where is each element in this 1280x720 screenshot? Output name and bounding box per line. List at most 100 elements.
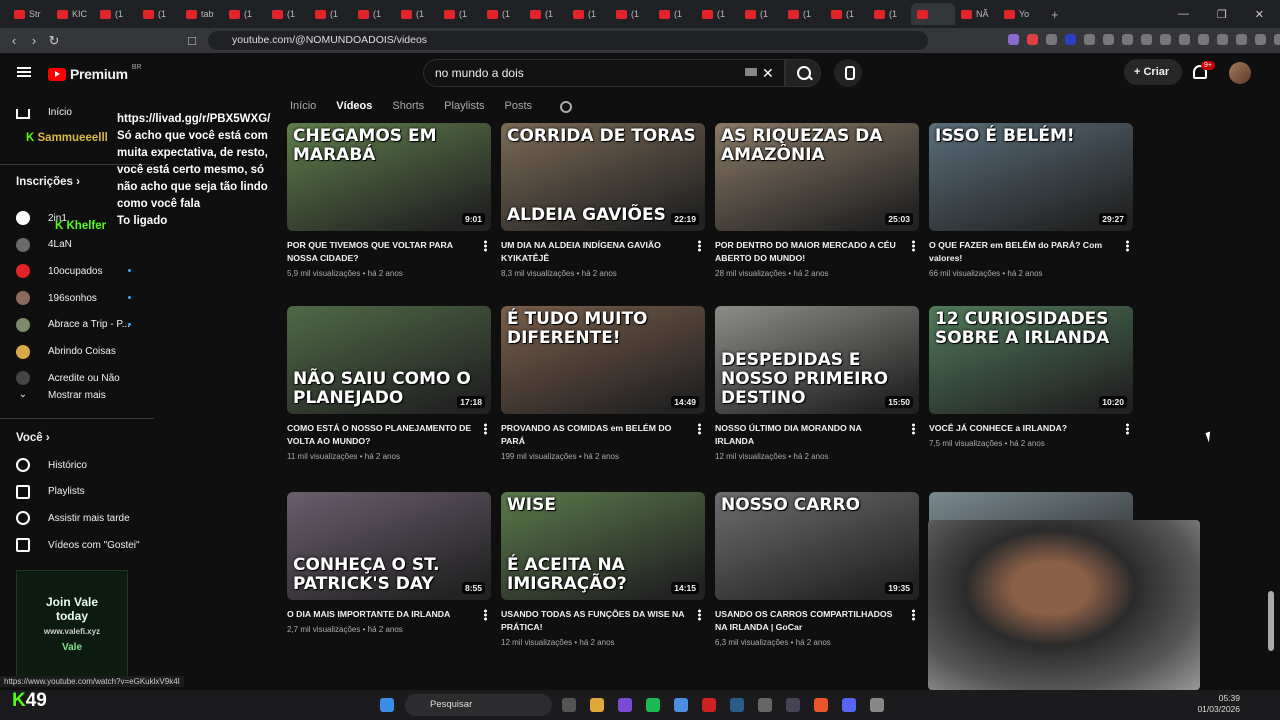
browser-tab[interactable]: (1 (653, 3, 696, 25)
video-title[interactable]: USANDO TODAS AS FUNÇÕES DA WISE NA PRÁTI… (501, 608, 705, 634)
browser-tab[interactable]: (1 (137, 3, 180, 25)
video-card[interactable]: DESPEDIDAS E NOSSO PRIMEIRO DESTINO 15:50… (715, 306, 919, 461)
more-options-icon[interactable] (912, 609, 915, 621)
more-options-icon[interactable] (484, 609, 487, 621)
video-card[interactable]: AS RIQUEZAS DA AMAZÔNIA 25:03 POR DENTRO D… (715, 123, 919, 278)
search-input[interactable]: no mundo a dois (423, 59, 785, 87)
browser-tab[interactable]: (1 (266, 3, 309, 25)
more-options-icon[interactable] (698, 423, 701, 435)
video-title[interactable]: COMO ESTÁ O NOSSO PLANEJAMENTO DE VOLTA … (287, 422, 491, 448)
sidebar-item-voce[interactable]: Vídeos com "Gostei" (16, 535, 140, 555)
browser-tab[interactable]: (1 (524, 3, 567, 25)
scrollbar[interactable] (1268, 591, 1274, 651)
video-thumbnail[interactable]: CHEGAMOS EM MARABÁ 9:01 (287, 123, 491, 231)
video-title[interactable]: USANDO OS CARROS COMPARTILHADOS NA IRLAN… (715, 608, 919, 634)
video-title[interactable]: O QUE FAZER em BELÉM do PARÁ? Com valore… (929, 239, 1133, 265)
browser-tab[interactable]: (1 (610, 3, 653, 25)
video-title[interactable]: POR QUE TIVEMOS QUE VOLTAR PARA NOSSA CI… (287, 239, 491, 265)
new-tab-icon[interactable]: + (1051, 7, 1059, 22)
bookmark-icon[interactable]: □ (182, 33, 202, 48)
avatar[interactable] (1229, 62, 1251, 84)
sidebar-item-voce[interactable]: Playlists (16, 482, 85, 502)
video-title[interactable]: VOCÊ JÁ CONHECE a IRLANDA? (929, 422, 1133, 435)
channel-search-icon[interactable] (560, 101, 573, 113)
browser-tab[interactable]: (1 (94, 3, 137, 25)
browser-tab[interactable]: (1 (481, 3, 524, 25)
video-thumbnail[interactable]: wise É ACEITA NA IMIGRAÇÃO? 14:15 (501, 492, 705, 600)
extension-icons[interactable] (1008, 34, 1280, 45)
tab-0[interactable]: Início (290, 100, 316, 113)
browser-tab[interactable]: KIC (51, 3, 94, 25)
more-options-icon[interactable] (1126, 423, 1129, 435)
video-card[interactable]: 12 CURIOSIDADES SOBRE A IRLANDA 10:20 VOCÊ… (929, 306, 1133, 448)
browser-tab[interactable] (911, 3, 955, 25)
url-input[interactable]: youtube.com/@NOMUNDOADOIS/videos (208, 31, 928, 50)
browser-tab[interactable]: (1 (352, 3, 395, 25)
microphone-icon[interactable] (834, 59, 862, 87)
tab-4[interactable]: Posts (505, 100, 533, 113)
video-thumbnail[interactable]: DESPEDIDAS E NOSSO PRIMEIRO DESTINO 15:50 (715, 306, 919, 414)
show-more-button[interactable]: ⌄ Mostrar mais (16, 385, 106, 405)
more-options-icon[interactable] (1126, 240, 1129, 252)
video-thumbnail[interactable]: NOSSO CARRO 19:35 (715, 492, 919, 600)
taskbar-pinned-apps[interactable] (562, 698, 884, 712)
sidebar-item-subscription[interactable]: 196sonhos (16, 288, 97, 308)
youtube-logo[interactable]: Premium BR (48, 64, 142, 82)
video-thumbnail[interactable]: É TUDO MUITO DIFERENTE! 14:49 (501, 306, 705, 414)
browser-tab[interactable]: Yo (998, 3, 1041, 25)
sidebar-item-subscription[interactable]: 4LaN (16, 235, 72, 255)
video-card[interactable]: CHEGAMOS EM MARABÁ 9:01 POR QUE TIVEMOS QU… (287, 123, 491, 278)
browser-tab[interactable]: (1 (395, 3, 438, 25)
tab-2[interactable]: Shorts (392, 100, 424, 113)
video-card[interactable]: CONHEÇA O ST. PATRICK'S DAY 8:55 O DIA MAI… (287, 492, 491, 634)
video-thumbnail[interactable]: ISSO É BELÉM! 29:27 (929, 123, 1133, 231)
sidebar-item-voce[interactable]: Histórico (16, 455, 87, 475)
close-window-icon[interactable]: ✕ (1255, 8, 1264, 21)
video-title[interactable]: POR DENTRO DO MAIOR MERCADO A CÉU ABERTO… (715, 239, 919, 265)
browser-tab[interactable]: tab (180, 3, 223, 25)
more-options-icon[interactable] (698, 609, 701, 621)
video-title[interactable]: O DIA MAIS IMPORTANTE DA IRLANDA (287, 608, 491, 621)
video-card[interactable]: NÃO SAIU COMO O PLANEJADO 17:18 COMO ESTÁ … (287, 306, 491, 461)
sidebar-item-inicio[interactable]: Início (16, 102, 72, 122)
reload-icon[interactable]: ↻ (44, 33, 64, 49)
video-thumbnail[interactable]: 12 CURIOSIDADES SOBRE A IRLANDA 10:20 (929, 306, 1133, 414)
video-title[interactable]: UM DIA NA ALDEIA INDÍGENA GAVIÃO KYIKATÊ… (501, 239, 705, 265)
browser-tab[interactable]: (1 (825, 3, 868, 25)
browser-tab[interactable]: (1 (223, 3, 266, 25)
voce-heading[interactable]: Você › (16, 432, 50, 444)
more-options-icon[interactable] (698, 240, 701, 252)
browser-tab[interactable]: (1 (739, 3, 782, 25)
tab-3[interactable]: Playlists (444, 100, 484, 113)
sidebar-item-voce[interactable]: Assistir mais tarde (16, 508, 130, 528)
video-thumbnail[interactable]: NÃO SAIU COMO O PLANEJADO 17:18 (287, 306, 491, 414)
subscriptions-heading[interactable]: Inscrições › (16, 176, 80, 188)
browser-tab[interactable]: (1 (567, 3, 610, 25)
video-thumbnail[interactable]: AS RIQUEZAS DA AMAZÔNIA 25:03 (715, 123, 919, 231)
sidebar-item-subscription[interactable]: Abrindo Coisas (16, 342, 116, 362)
keyboard-icon[interactable] (745, 68, 757, 76)
video-thumbnail[interactable]: CONHEÇA O ST. PATRICK'S DAY 8:55 (287, 492, 491, 600)
taskbar-search[interactable]: Pesquisar (405, 694, 552, 716)
more-options-icon[interactable] (484, 423, 487, 435)
more-options-icon[interactable] (912, 423, 915, 435)
video-card[interactable]: ISSO É BELÉM! 29:27 O QUE FAZER em BELÉM d… (929, 123, 1133, 278)
forward-icon[interactable]: › (24, 33, 44, 48)
browser-tab[interactable]: (1 (696, 3, 739, 25)
menu-icon[interactable] (17, 67, 31, 77)
system-clock[interactable]: 05:39 01/03/2026 (1197, 693, 1240, 715)
taskbar-apps[interactable] (380, 698, 394, 712)
video-card[interactable]: wise É ACEITA NA IMIGRAÇÃO? 14:15 USANDO TO… (501, 492, 705, 647)
tab-1[interactable]: Vídeos (336, 100, 372, 113)
browser-tab[interactable]: Str (8, 3, 51, 25)
create-button[interactable]: + Criar (1124, 59, 1182, 85)
clear-search-icon[interactable]: ✕ (762, 65, 774, 82)
video-title[interactable]: PROVANDO AS COMIDAS em BELÉM DO PARÁ (501, 422, 705, 448)
browser-tab[interactable]: (1 (309, 3, 352, 25)
more-options-icon[interactable] (912, 240, 915, 252)
back-icon[interactable]: ‹ (4, 33, 24, 48)
browser-tab[interactable]: (1 (438, 3, 481, 25)
browser-tab[interactable]: NÃ (955, 3, 998, 25)
more-options-icon[interactable] (484, 240, 487, 252)
sidebar-item-subscription[interactable]: Abrace a Trip - P... (16, 315, 130, 335)
